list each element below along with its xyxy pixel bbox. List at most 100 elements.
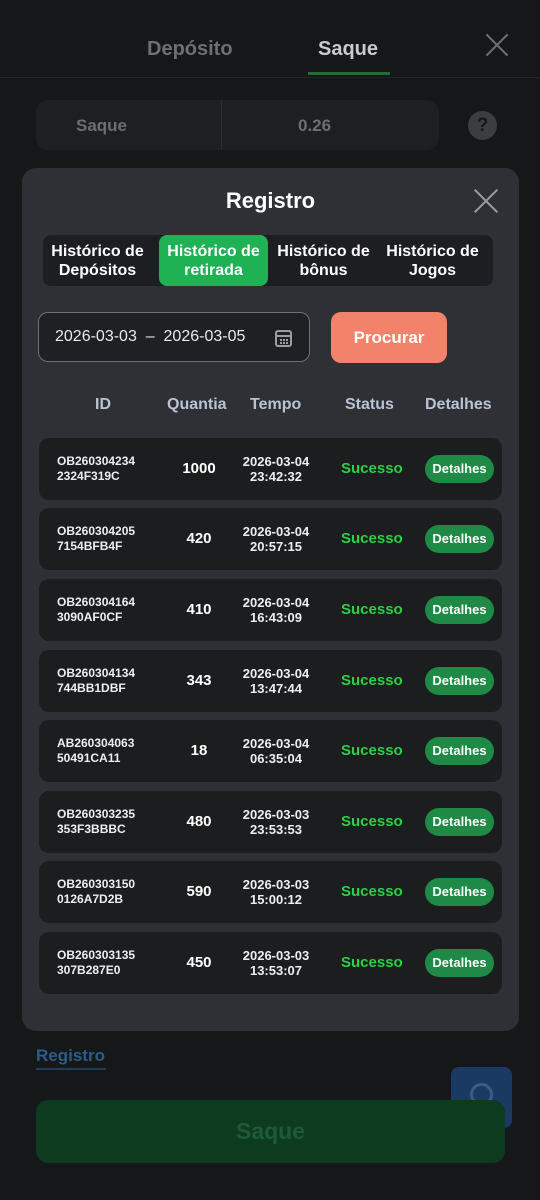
- date: 2026-03-03: [242, 807, 310, 822]
- transaction-id-part: AB260304063: [57, 736, 135, 750]
- transaction-id: OB260303150 0126A7D2B: [57, 877, 135, 907]
- transaction-id-part: 744BB1DBF: [57, 681, 126, 695]
- amount: 1000: [182, 460, 216, 477]
- details-button[interactable]: Detalhes: [425, 525, 494, 553]
- amount: 410: [186, 601, 212, 618]
- search-button[interactable]: Procurar: [331, 312, 447, 363]
- status-text: Sucesso: [341, 954, 403, 971]
- date: 2026-03-03: [242, 877, 310, 892]
- tab-withdraw[interactable]: Saque: [318, 38, 378, 61]
- transaction-id: OB260304164 3090AF0CF: [57, 595, 135, 625]
- date-range-value: 2026-03-03 – 2026-03-05: [55, 328, 246, 345]
- transaction-id-part: OB260304234: [57, 454, 136, 468]
- time: 23:42:32: [249, 469, 303, 484]
- withdraw-button[interactable]: Saque: [36, 1100, 505, 1163]
- time: 06:35:04: [249, 751, 303, 766]
- date: 2026-03-04: [242, 736, 310, 751]
- withdraw-amount-label: Saque: [76, 116, 128, 135]
- details-button[interactable]: Detalhes: [425, 878, 494, 906]
- date-range-picker[interactable]: 2026-03-03 – 2026-03-05: [38, 312, 310, 362]
- transaction-id-part: OB260304164: [57, 595, 136, 609]
- transaction-id-part: 2324F319C: [57, 469, 120, 483]
- transaction-id: OB260303135 307B287E0: [57, 948, 135, 978]
- tab-deposit-history[interactable]: Histórico de Depósitos: [43, 235, 152, 286]
- status-text: Sucesso: [341, 742, 403, 759]
- close-icon[interactable]: [473, 188, 499, 214]
- table-row: OB260304164 3090AF0CF 410 2026-03-04 16:43…: [39, 579, 502, 641]
- divider: [221, 100, 222, 150]
- transaction-id: OB260304205 7154BFB4F: [57, 524, 135, 554]
- details-button[interactable]: Detalhes: [425, 596, 494, 624]
- close-icon[interactable]: [484, 32, 510, 58]
- amount: 450: [186, 954, 212, 971]
- column-quantity: Quantia: [167, 396, 227, 413]
- details-button[interactable]: Detalhes: [425, 455, 494, 483]
- amount: 480: [186, 813, 212, 830]
- page-header: Depósito Saque: [0, 0, 540, 78]
- tab-withdraw-history[interactable]: Histórico de retirada: [159, 235, 268, 286]
- table-row: AB260304063 50491CA11 18 2026-03-04 06:35:…: [39, 720, 502, 782]
- transaction-id-part: 3090AF0CF: [57, 610, 123, 624]
- date: 2026-03-04: [242, 666, 310, 681]
- transaction-id-part: 0126A7D2B: [57, 892, 124, 906]
- status-text: Sucesso: [341, 530, 403, 547]
- active-tab-indicator: [308, 72, 390, 75]
- time: 20:57:15: [249, 539, 303, 554]
- details-button[interactable]: Detalhes: [425, 808, 494, 836]
- tab-deposit[interactable]: Depósito: [147, 38, 233, 61]
- timestamp: 2026-03-04 20:57:15: [235, 524, 317, 554]
- modal-title: Registro: [225, 188, 316, 213]
- date: 2026-03-04: [242, 595, 310, 610]
- table-row: OB260304234 2324F319C 1000 2026-03-04 23:4…: [39, 438, 502, 500]
- timestamp: 2026-03-03 13:53:07: [235, 948, 317, 978]
- tab-bonus-history[interactable]: Histórico de bônus: [269, 235, 378, 286]
- transaction-id-part: OB260303235: [57, 807, 136, 821]
- registro-modal: Registro Histórico de Depósitos Históric…: [22, 168, 519, 1031]
- column-status: Status: [345, 396, 394, 413]
- tab-label: Histórico de Jogos: [386, 242, 479, 279]
- transaction-id-part: 353F3BBBC: [57, 822, 126, 836]
- help-icon[interactable]: ?: [468, 111, 497, 140]
- table-row: OB260304134 744BB1DBF 343 2026-03-04 13:47…: [39, 650, 502, 712]
- status-text: Sucesso: [341, 601, 403, 618]
- column-time: Tempo: [250, 396, 302, 413]
- table-row: OB260303235 353F3BBBC 480 2026-03-03 23:53…: [39, 791, 502, 853]
- transaction-id: OB260304134 744BB1DBF: [57, 666, 135, 696]
- status-text: Sucesso: [341, 883, 403, 900]
- history-tabs: Histórico de Depósitos Histórico de reti…: [43, 235, 493, 286]
- calendar-icon: [275, 330, 292, 347]
- details-button[interactable]: Detalhes: [425, 667, 494, 695]
- tab-label: Histórico de retirada: [167, 242, 260, 279]
- transaction-id-part: OB260303135: [57, 948, 136, 962]
- date: 2026-03-03: [242, 948, 310, 963]
- transaction-id: OB260303235 353F3BBBC: [57, 807, 135, 837]
- transaction-id-part: 307B287E0: [57, 963, 121, 977]
- transaction-id: OB260304234 2324F319C: [57, 454, 135, 484]
- registro-underline: [36, 1068, 106, 1070]
- table-header: ID Quantia Tempo Status Detalhes: [22, 396, 519, 418]
- withdraw-amount-row: Saque 0.26: [36, 100, 439, 150]
- withdraw-amount-value: 0.26: [298, 116, 332, 135]
- status-text: Sucesso: [341, 672, 403, 689]
- column-details: Detalhes: [425, 396, 492, 413]
- amount: 590: [186, 883, 212, 900]
- transaction-id: AB260304063 50491CA11: [57, 736, 134, 766]
- amount: 18: [190, 742, 208, 759]
- time: 13:53:07: [249, 963, 303, 978]
- table-row: OB260304205 7154BFB4F 420 2026-03-04 20:57…: [39, 508, 502, 570]
- tab-label: Histórico de Depósitos: [51, 242, 144, 279]
- tab-label: Histórico de bônus: [277, 242, 370, 279]
- timestamp: 2026-03-03 15:00:12: [235, 877, 317, 907]
- tab-games-history[interactable]: Histórico de Jogos: [378, 235, 487, 286]
- transaction-id-part: OB260303150: [57, 877, 136, 891]
- timestamp: 2026-03-04 13:47:44: [235, 666, 317, 696]
- registro-link[interactable]: Registro: [36, 1046, 105, 1066]
- details-button[interactable]: Detalhes: [425, 949, 494, 977]
- details-button[interactable]: Detalhes: [425, 737, 494, 765]
- status-text: Sucesso: [341, 813, 403, 830]
- amount: 343: [186, 672, 212, 689]
- timestamp: 2026-03-04 06:35:04: [235, 736, 317, 766]
- timestamp: 2026-03-04 16:43:09: [235, 595, 317, 625]
- timestamp: 2026-03-03 23:53:53: [235, 807, 317, 837]
- transaction-id-part: 7154BFB4F: [57, 539, 123, 553]
